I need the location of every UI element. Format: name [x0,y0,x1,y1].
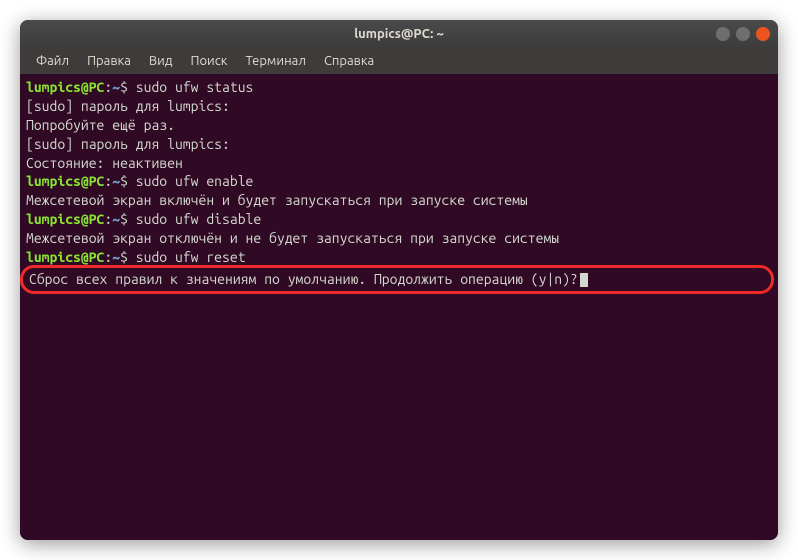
terminal-line: Состояние: неактивен [26,154,772,173]
window-controls [716,27,770,41]
command-text: sudo ufw reset [136,249,246,265]
terminal-line: Попробуйте ещё раз. [26,116,772,135]
menu-view[interactable]: Вид [141,51,181,71]
menu-help[interactable]: Справка [316,51,382,71]
command-text: sudo ufw enable [136,173,254,189]
menu-file[interactable]: Файл [28,51,77,71]
prompt-user: lumpics@PC [26,249,104,265]
prompt-dollar: $ [120,79,136,95]
prompt-dollar: $ [120,173,136,189]
terminal-line: lumpics@PC:~$ sudo ufw enable [26,172,772,191]
terminal-line: [sudo] пароль для lumpics: [26,135,772,154]
terminal-line: lumpics@PC:~$ sudo ufw disable [26,210,772,229]
terminal-line: Межсетевой экран включён и будет запуска… [26,191,772,210]
minimize-button[interactable] [716,27,730,41]
terminal-window: lumpics@PC: ~ Файл Правка Вид Поиск Терм… [20,20,778,540]
menubar: Файл Правка Вид Поиск Терминал Справка [20,48,778,74]
prompt-path: ~ [112,211,120,227]
menu-terminal[interactable]: Терминал [237,51,313,71]
prompt-user: lumpics@PC [26,173,104,189]
prompt-dollar: $ [120,249,136,265]
command-text: sudo ufw status [136,79,254,95]
cursor-icon [580,273,588,287]
prompt-path: ~ [112,79,120,95]
menu-search[interactable]: Поиск [182,51,235,71]
maximize-button[interactable] [736,27,750,41]
prompt-user: lumpics@PC [26,79,104,95]
reset-confirm-prompt: Сброс всех правил к значениям по умолчан… [29,271,578,287]
command-text: sudo ufw disable [136,211,261,227]
window-title: lumpics@PC: ~ [354,27,444,41]
terminal-line: Межсетевой экран отключён и не будет зап… [26,229,772,248]
terminal-line: [sudo] пароль для lumpics: [26,97,772,116]
terminal-line: lumpics@PC:~$ sudo ufw status [26,78,772,97]
titlebar: lumpics@PC: ~ [20,20,778,48]
terminal-body[interactable]: lumpics@PC:~$ sudo ufw status [sudo] пар… [20,74,778,540]
highlighted-prompt-box: Сброс всех правил к значениям по умолчан… [20,265,774,294]
prompt-user: lumpics@PC [26,211,104,227]
prompt-dollar: $ [120,211,136,227]
prompt-path: ~ [112,249,120,265]
menu-edit[interactable]: Правка [79,51,139,71]
prompt-path: ~ [112,173,120,189]
close-button[interactable] [756,27,770,41]
